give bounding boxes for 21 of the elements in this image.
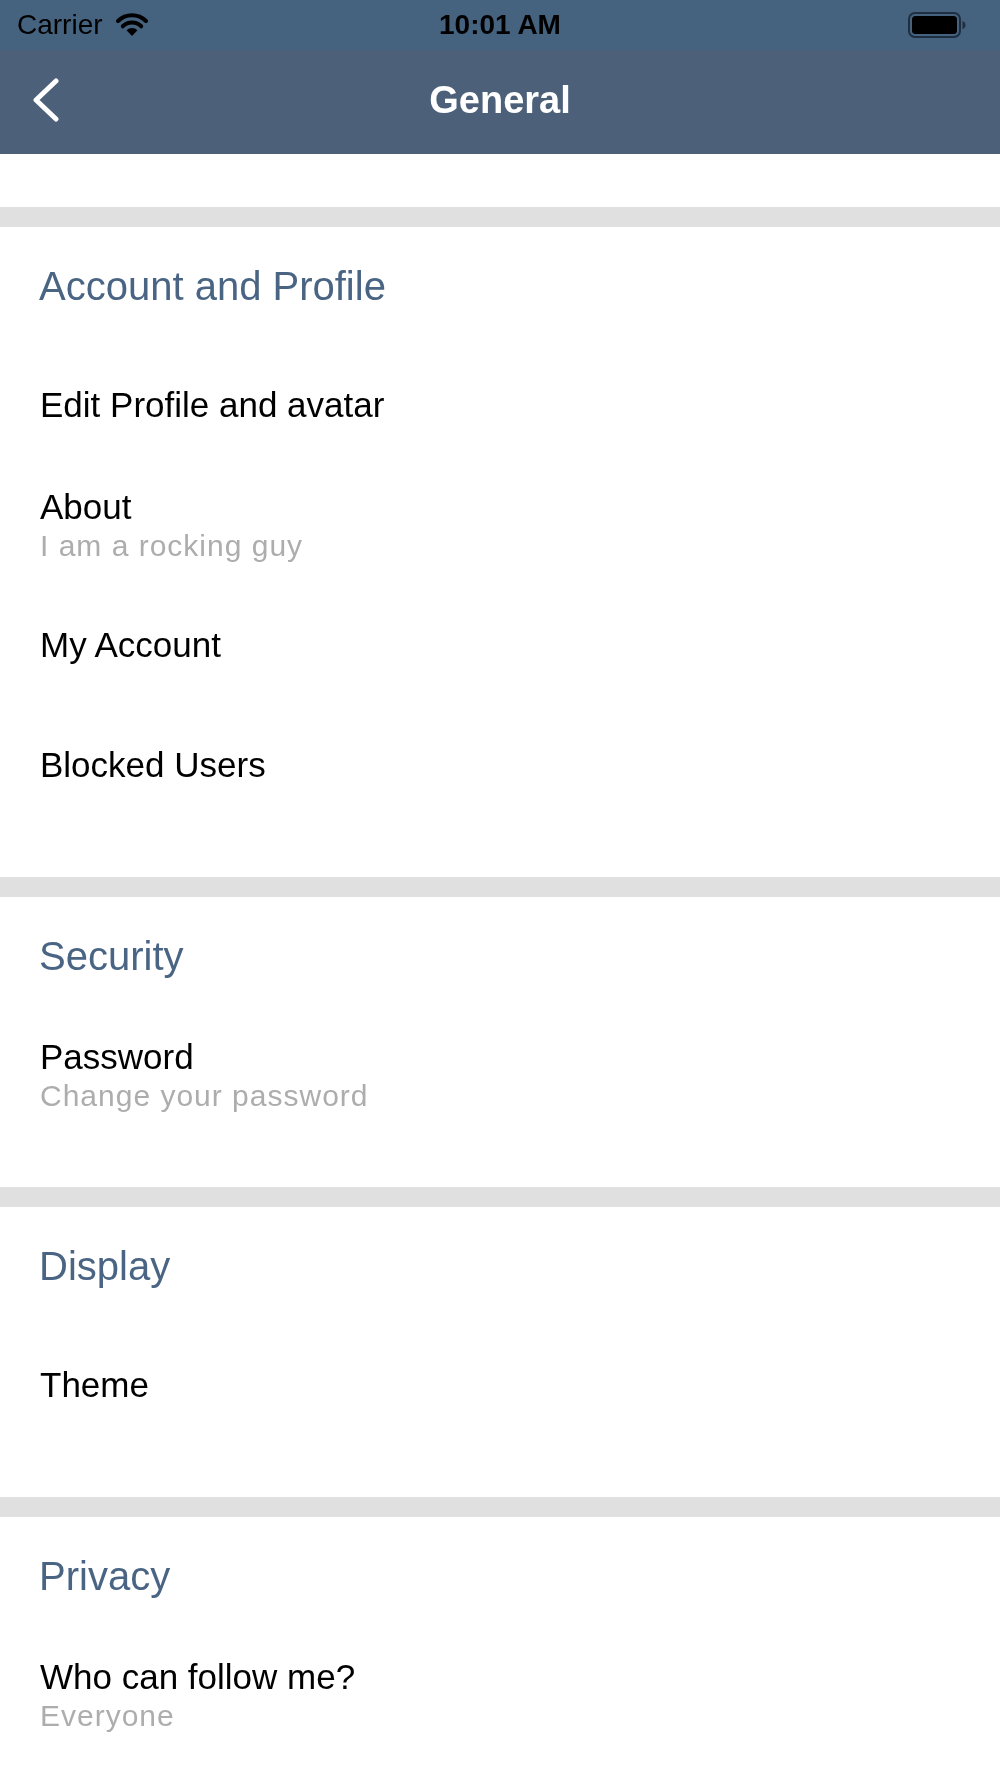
back-button[interactable] bbox=[32, 78, 60, 122]
settings-item[interactable]: Edit Profile and avatar bbox=[40, 385, 385, 425]
chevron-left-icon bbox=[32, 78, 60, 122]
settings-item[interactable]: Password bbox=[40, 1037, 194, 1077]
section-header: Security bbox=[39, 933, 184, 979]
settings-item[interactable]: Blocked Users bbox=[40, 745, 266, 785]
section-header: Display bbox=[39, 1243, 171, 1289]
battery-icon bbox=[908, 12, 966, 38]
settings-item[interactable]: About bbox=[40, 487, 132, 527]
nav-title: General bbox=[429, 78, 571, 123]
settings-item[interactable]: Theme bbox=[40, 1365, 149, 1405]
settings-item[interactable]: Who can follow me? bbox=[40, 1657, 356, 1697]
item-subtitle: Change your password bbox=[40, 1079, 369, 1113]
section-header: Account and Profile bbox=[39, 263, 386, 309]
item-subtitle: I am a rocking guy bbox=[40, 529, 304, 563]
status-time: 10:01 AM bbox=[439, 9, 561, 41]
section-header: Privacy bbox=[39, 1553, 171, 1599]
wifi-icon bbox=[114, 10, 149, 36]
item-subtitle: Everyone bbox=[40, 1699, 175, 1733]
settings-item[interactable]: My Account bbox=[40, 625, 221, 665]
carrier-name: Carrier bbox=[17, 9, 103, 41]
